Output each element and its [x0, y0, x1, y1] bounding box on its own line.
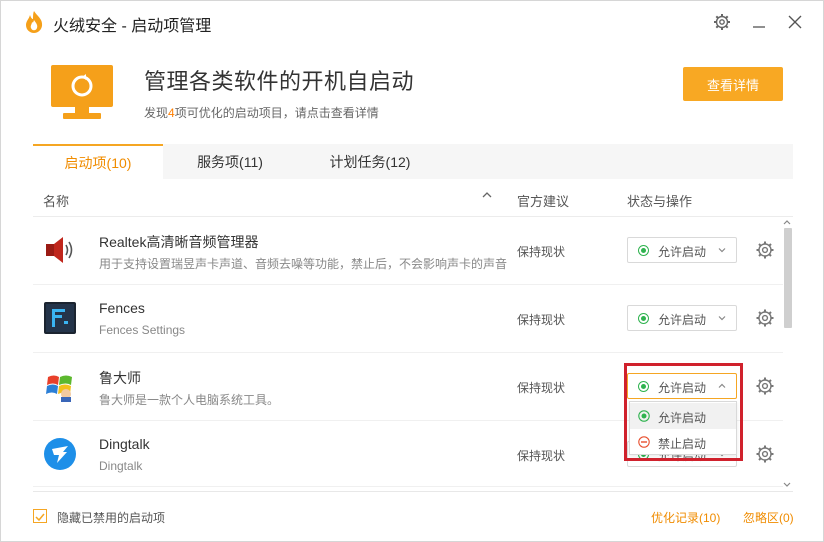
status-allowed-icon — [638, 313, 649, 324]
startup-manager-window: 火绒安全 - 启动项管理 管理各类软件的开机自启动 发现4项可优化的启动项目，请… — [0, 0, 824, 542]
item-description: 用于支持设置瑞昱声卡声道、音频去噪等功能，禁止后，不会影响声卡的声音 — [99, 257, 507, 271]
item-advice: 保持现状 — [517, 449, 566, 463]
column-name-header[interactable]: 名称 — [43, 191, 69, 210]
item-settings-gear-icon[interactable] — [755, 444, 775, 464]
item-name: Fences — [99, 300, 145, 316]
view-details-button[interactable]: 查看详情 — [683, 67, 783, 101]
item-description: 鲁大师是一款个人电脑系统工具。 — [99, 393, 280, 407]
footer-divider — [33, 491, 793, 492]
fences-icon — [44, 302, 76, 334]
status-allowed-icon — [638, 245, 649, 256]
block-icon — [638, 436, 650, 448]
speaker-icon — [46, 237, 73, 263]
option-block-startup[interactable]: 禁止启动 — [630, 429, 736, 455]
option-label: 禁止启动 — [658, 437, 707, 451]
window-title: 火绒安全 - 启动项管理 — [53, 18, 212, 35]
item-settings-gear-icon[interactable] — [755, 376, 775, 396]
tab-services[interactable]: 服务项(11) — [165, 144, 295, 179]
page-subtitle: 发现4项可优化的启动项目，请点击查看详情 — [144, 104, 379, 121]
scrollbar-thumb[interactable] — [784, 228, 792, 328]
status-dropdown[interactable]: 允许启动 — [627, 305, 737, 331]
chevron-up-icon — [718, 383, 726, 388]
item-settings-gear-icon[interactable] — [755, 308, 775, 328]
minimize-button[interactable] — [748, 11, 770, 33]
minimize-icon — [753, 26, 765, 28]
scroll-up-arrow-icon[interactable] — [782, 217, 792, 227]
status-label: 允许启动 — [658, 313, 707, 327]
tab-bar: 启动项(10) 服务项(11) 计划任务(12) — [33, 144, 793, 179]
optimizable-count: 4 — [168, 106, 175, 120]
item-description: Fences Settings — [99, 323, 186, 337]
item-name: 鲁大师 — [99, 370, 141, 386]
column-status-header: 状态与操作 — [627, 194, 693, 209]
huorong-flame-logo-icon — [26, 11, 43, 33]
close-button[interactable] — [784, 11, 806, 33]
monitor-startup-icon — [51, 65, 113, 119]
window-settings-button[interactable] — [711, 11, 733, 33]
ignore-zone-link[interactable]: 忽略区(0) — [743, 509, 794, 526]
chevron-down-icon — [718, 248, 726, 253]
status-dropdown[interactable]: 允许启动 — [627, 237, 737, 263]
table-row[interactable]: Realtek高清晰音频管理器 用于支持设置瑞昱声卡声道、音频去噪等功能，禁止后… — [33, 217, 783, 285]
status-label: 允许启动 — [658, 245, 707, 259]
optimization-history-link[interactable]: 优化记录(10) — [651, 509, 720, 526]
title-bar: 火绒安全 - 启动项管理 — [1, 1, 823, 43]
hide-disabled-checkbox[interactable] — [33, 509, 47, 523]
item-description: Dingtalk — [99, 459, 143, 473]
item-advice: 保持现状 — [517, 381, 566, 395]
gear-icon — [714, 14, 730, 30]
page-title: 管理各类软件的开机自启动 — [144, 69, 415, 94]
status-label: 允许启动 — [658, 381, 707, 395]
table-row[interactable]: Fences Fences Settings 保持现状 允许启动 — [33, 285, 783, 353]
item-name: Realtek高清晰音频管理器 — [99, 234, 259, 250]
dingtalk-icon — [44, 438, 76, 470]
item-name: Dingtalk — [99, 436, 150, 452]
status-allowed-icon — [638, 381, 649, 392]
sort-ascending-icon[interactable] — [481, 189, 493, 201]
tab-startup-items[interactable]: 启动项(10) — [33, 144, 163, 179]
allow-icon — [638, 410, 650, 422]
hide-disabled-label[interactable]: 隐藏已禁用的启动项 — [57, 509, 165, 526]
subtitle-prefix: 发现 — [144, 106, 169, 120]
option-allow-startup[interactable]: 允许启动 — [630, 403, 736, 429]
subtitle-suffix: 项可优化的启动项目，请点击查看详情 — [174, 106, 379, 120]
ludashi-icon — [46, 375, 72, 402]
status-dropdown[interactable]: 允许启动 — [627, 373, 737, 399]
scroll-down-arrow-icon[interactable] — [782, 480, 792, 490]
table-header: 名称 官方建议 状态与操作 — [33, 181, 793, 217]
chevron-down-icon — [718, 316, 726, 321]
close-icon — [788, 15, 802, 29]
item-advice: 保持现状 — [517, 245, 566, 259]
item-settings-gear-icon[interactable] — [755, 240, 775, 260]
column-advice-header: 官方建议 — [517, 194, 570, 209]
status-dropdown-menu: 允许启动 禁止启动 — [629, 401, 737, 455]
checkmark-icon — [35, 513, 45, 522]
tab-scheduled-tasks[interactable]: 计划任务(12) — [305, 144, 435, 179]
item-advice: 保持现状 — [517, 313, 566, 327]
option-label: 允许启动 — [658, 411, 707, 425]
